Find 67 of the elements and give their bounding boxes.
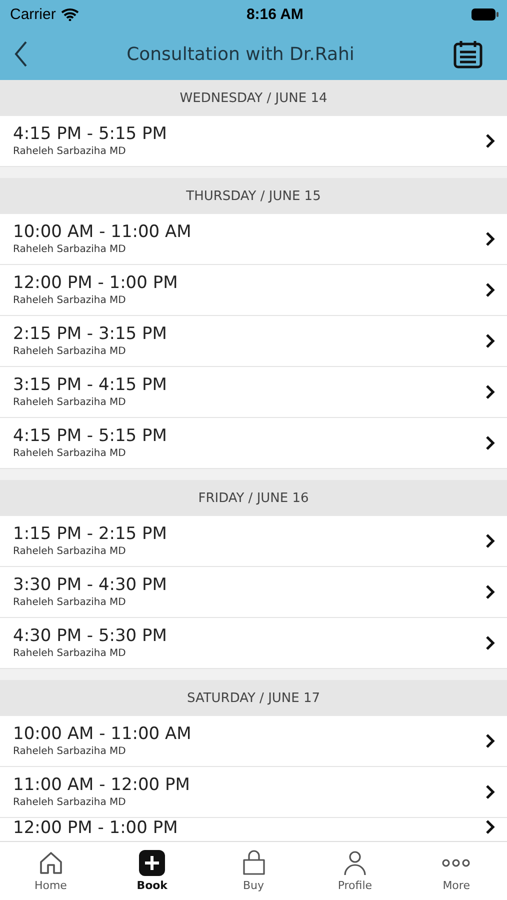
chevron-right-icon xyxy=(485,819,495,835)
slot-time: 10:00 AM - 11:00 AM xyxy=(13,724,192,744)
slot-time: 11:00 AM - 12:00 PM xyxy=(13,776,190,794)
time-slot-row[interactable]: 2:15 PM - 3:15 PM Raheleh Sarbaziha MD xyxy=(0,316,507,367)
doctor-name: Raheleh Sarbaziha MD xyxy=(13,146,127,158)
chevron-right-icon xyxy=(485,282,495,298)
screen-title: Consultation with Dr.Rahi xyxy=(126,44,354,64)
time-slot-row[interactable]: 11:00 AM - 12:00 PM Raheleh Sarbaziha MD xyxy=(0,767,507,818)
chevron-right-icon xyxy=(485,635,495,651)
slot-time: 2:15 PM - 3:15 PM xyxy=(13,324,167,344)
chevron-right-icon xyxy=(485,133,495,149)
date-header: SATURDAY / JUNE 17 xyxy=(0,680,507,716)
time-slot-row[interactable]: 4:30 PM - 5:30 PM Raheleh Sarbaziha MD xyxy=(0,618,507,669)
chevron-right-icon xyxy=(485,584,495,600)
chevron-right-icon xyxy=(485,231,495,247)
slot-time: 1:15 PM - 2:15 PM xyxy=(13,524,167,544)
time-slot-row[interactable]: 4:15 PM - 5:15 PM Raheleh Sarbaziha MD xyxy=(0,116,507,167)
doctor-name: Raheleh Sarbaziha MD xyxy=(13,546,127,558)
time-slot-row[interactable]: 3:15 PM - 4:15 PM Raheleh Sarbaziha MD xyxy=(0,367,507,418)
time-slot-row[interactable]: 1:15 PM - 2:15 PM Raheleh Sarbaziha MD xyxy=(0,516,507,567)
slot-time: 12:00 PM - 1:00 PM xyxy=(13,274,178,292)
tab-bar-item[interactable]: Buy xyxy=(202,842,304,900)
slot-time: 4:15 PM - 5:15 PM xyxy=(13,124,167,144)
doctor-name: Raheleh Sarbaziha MD xyxy=(13,295,127,306)
carrier-label: Carrier xyxy=(10,6,79,22)
chevron-right-icon xyxy=(485,533,495,549)
tab-bar-item[interactable]: More xyxy=(406,842,507,900)
chevron-right-icon xyxy=(485,435,495,451)
slot-time: 10:00 AM - 11:00 AM xyxy=(13,222,192,242)
tab-bar-item[interactable]: Book xyxy=(101,842,203,900)
chevron-right-icon xyxy=(485,384,495,400)
time-slot-row[interactable]: 3:30 PM - 4:30 PM Raheleh Sarbaziha MD xyxy=(0,567,507,618)
tab-bar-item[interactable]: Home xyxy=(0,842,102,900)
back-button[interactable] xyxy=(14,41,28,67)
slot-time: 3:15 PM - 4:15 PM xyxy=(13,376,167,394)
home-icon xyxy=(38,850,64,876)
doctor-name: Raheleh Sarbaziha MD xyxy=(13,397,127,408)
battery-icon xyxy=(471,8,499,20)
doctor-name: Raheleh Sarbaziha MD xyxy=(13,597,127,608)
date-header: THURSDAY / JUNE 15 xyxy=(0,178,507,214)
doctor-name: Raheleh Sarbaziha MD xyxy=(13,448,127,460)
date-header: FRIDAY / JUNE 16 xyxy=(0,480,507,516)
chevron-right-icon xyxy=(485,333,495,349)
doctor-name: Raheleh Sarbaziha MD xyxy=(13,244,127,256)
slot-time: 4:15 PM - 5:15 PM xyxy=(13,426,167,446)
doctor-name: Raheleh Sarbaziha MD xyxy=(13,346,127,358)
slot-time: 4:30 PM - 5:30 PM xyxy=(13,626,167,646)
time-slot-row[interactable]: 12:00 PM - 1:00 PM xyxy=(0,818,507,841)
time-slot-row[interactable]: 4:15 PM - 5:15 PM Raheleh Sarbaziha MD xyxy=(0,418,507,469)
calendar-button[interactable] xyxy=(452,39,483,69)
doctor-name: Raheleh Sarbaziha MD xyxy=(13,746,127,758)
tab-bar-item[interactable]: Profile xyxy=(304,842,406,900)
slot-time: 12:00 PM - 1:00 PM xyxy=(13,819,178,838)
date-header: WEDNESDAY / JUNE 14 xyxy=(0,80,507,116)
time-slot-row[interactable]: 10:00 AM - 11:00 AM Raheleh Sarbaziha MD xyxy=(0,214,507,265)
chevron-right-icon xyxy=(485,784,495,800)
time-slot-row[interactable]: 12:00 PM - 1:00 PM Raheleh Sarbaziha MD xyxy=(0,265,507,316)
status-time: 8:16 AM xyxy=(246,6,304,22)
doctor-name: Raheleh Sarbaziha MD xyxy=(13,797,127,808)
profile-icon xyxy=(342,850,368,876)
shopping-bag-icon xyxy=(240,850,267,876)
chevron-right-icon xyxy=(485,733,495,749)
plus-icon xyxy=(139,850,166,876)
slot-time: 3:30 PM - 4:30 PM xyxy=(13,576,167,594)
time-slot-row[interactable]: 10:00 AM - 11:00 AM Raheleh Sarbaziha MD xyxy=(0,716,507,767)
doctor-name: Raheleh Sarbaziha MD xyxy=(13,648,127,660)
wifi-icon xyxy=(60,8,79,20)
